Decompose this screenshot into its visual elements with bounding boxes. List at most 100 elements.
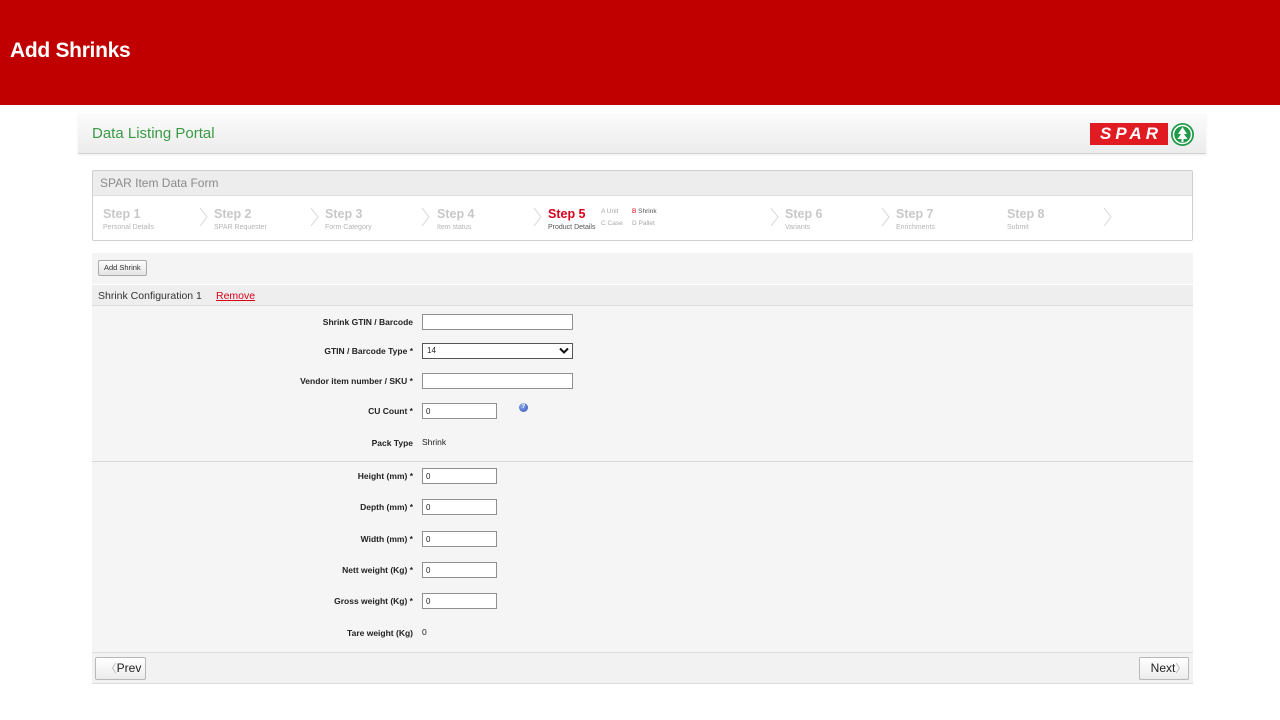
substep-d[interactable]: D Pallet xyxy=(632,218,657,230)
substep-b[interactable]: B Shrink xyxy=(632,206,657,218)
section-divider xyxy=(92,461,1193,462)
nett-weight-label: Nett weight (Kg) * xyxy=(342,565,413,575)
step-2-sub: SPAR Requester xyxy=(214,224,267,231)
gtin-type-label: GTIN / Barcode Type * xyxy=(324,346,413,356)
field-gtin: Shrink GTIN / Barcode xyxy=(92,314,1193,332)
gtin-type-select[interactable]: 14 xyxy=(422,343,573,359)
gross-weight-input[interactable] xyxy=(422,593,497,609)
step-1[interactable]: Step 1 Personal Details xyxy=(103,207,154,231)
height-label: Height (mm) * xyxy=(357,471,413,481)
width-label: Width (mm) * xyxy=(360,534,413,544)
step-5-sub: Product Details xyxy=(548,224,596,231)
substep-a-label: Unit xyxy=(606,208,619,215)
add-shrink-button[interactable]: Add Shrink xyxy=(98,260,147,276)
field-pack-type: Pack Type Shrink xyxy=(92,435,1193,453)
cu-count-input[interactable] xyxy=(422,403,497,419)
height-input[interactable] xyxy=(422,468,497,484)
field-nett-weight: Nett weight (Kg) * xyxy=(92,562,1193,580)
chevron-down-icon xyxy=(559,347,569,354)
prev-button[interactable]: 〈Prev xyxy=(95,657,146,680)
substep-b-letter: B xyxy=(632,208,637,215)
nett-weight-input[interactable] xyxy=(422,562,497,578)
action-bar: Add Shrink xyxy=(92,253,1193,284)
step-chevron-icon xyxy=(310,207,319,227)
gtin-label: Shrink GTIN / Barcode xyxy=(322,317,413,327)
step-2-name: Step 2 xyxy=(214,207,252,221)
next-button[interactable]: Next〉 xyxy=(1139,657,1189,680)
step-7-name: Step 7 xyxy=(896,207,934,221)
portal-title: Data Listing Portal xyxy=(92,125,215,142)
step-6-name: Step 6 xyxy=(785,207,823,221)
step-wizard: Step 1 Personal Details Step 2 SPAR Requ… xyxy=(93,196,1192,240)
step-7-sub: Enrichments xyxy=(896,224,935,231)
step-8-name: Step 8 xyxy=(1007,207,1045,221)
step-4-sub: Item status xyxy=(437,224,472,231)
field-vendor-sku: Vendor item number / SKU * xyxy=(92,373,1193,391)
field-cu-count: CU Count * ? xyxy=(92,403,1193,421)
help-icon[interactable]: ? xyxy=(519,403,528,412)
substep-c[interactable]: C Case xyxy=(601,218,623,230)
field-gross-weight: Gross weight (Kg) * xyxy=(92,593,1193,611)
step-7[interactable]: Step 7 Enrichments xyxy=(896,207,935,231)
depth-input[interactable] xyxy=(422,499,497,515)
substep-a[interactable]: A Unit xyxy=(601,206,623,218)
width-input[interactable] xyxy=(422,531,497,547)
step-5-name: Step 5 xyxy=(548,207,586,221)
step-chevron-icon xyxy=(881,207,890,227)
step-8-sub: Submit xyxy=(1007,224,1029,231)
step-chevron-icon xyxy=(533,207,542,227)
gross-weight-label: Gross weight (Kg) * xyxy=(334,596,413,606)
substep-d-label: Pallet xyxy=(638,220,655,227)
cu-count-label: CU Count * xyxy=(368,406,413,416)
vendor-sku-input[interactable] xyxy=(422,373,573,389)
substep-c-letter: C xyxy=(601,220,606,227)
next-label: Next xyxy=(1150,661,1176,675)
pack-type-label: Pack Type xyxy=(371,438,413,448)
pack-type-value: Shrink xyxy=(422,437,447,447)
vendor-sku-label: Vendor item number / SKU * xyxy=(300,376,413,386)
step-3-sub: Form Category xyxy=(325,224,372,231)
form-title: SPAR Item Data Form xyxy=(93,171,1192,196)
tare-weight-label: Tare weight (Kg) xyxy=(347,628,413,638)
substep-d-letter: D xyxy=(632,220,637,227)
spar-logo: SPAR xyxy=(1090,122,1194,146)
depth-label: Depth (mm) * xyxy=(360,502,413,512)
step-1-name: Step 1 xyxy=(103,207,141,221)
field-depth: Depth (mm) * xyxy=(92,499,1193,517)
substep-c-label: Case xyxy=(607,220,623,227)
step-3[interactable]: Step 3 Form Category xyxy=(325,207,372,231)
config-title: Shrink Configuration 1 xyxy=(98,290,202,302)
field-height: Height (mm) * xyxy=(92,468,1193,486)
shrink-form: Shrink GTIN / Barcode GTIN / Barcode Typ… xyxy=(92,306,1193,652)
field-width: Width (mm) * xyxy=(92,531,1193,549)
step-chevron-icon xyxy=(421,207,430,227)
prev-label: Prev xyxy=(116,661,142,675)
remove-link[interactable]: Remove xyxy=(216,290,255,302)
top-banner: Add Shrinks xyxy=(0,0,1280,105)
field-tare-weight: Tare weight (Kg) 0 xyxy=(92,625,1193,643)
spar-logo-text: SPAR xyxy=(1090,123,1168,145)
banner-title: Add Shrinks xyxy=(10,39,131,62)
substeps-col-1: A Unit C Case xyxy=(601,206,623,230)
step-6-sub: Variants xyxy=(785,224,811,231)
substeps-col-2: B Shrink D Pallet xyxy=(632,206,657,230)
step-4[interactable]: Step 4 Item status xyxy=(437,207,475,231)
chevron-right-icon: 〉 xyxy=(1175,663,1187,675)
step-4-name: Step 4 xyxy=(437,207,475,221)
substep-b-label: Shrink xyxy=(638,208,657,215)
footer-nav-bar: 〈Prev Next〉 xyxy=(92,652,1193,684)
step-1-sub: Personal Details xyxy=(103,224,154,231)
step-2[interactable]: Step 2 SPAR Requester xyxy=(214,207,267,231)
step-6[interactable]: Step 6 Variants xyxy=(785,207,823,231)
step-chevron-icon xyxy=(770,207,779,227)
substep-a-letter: A xyxy=(601,208,605,215)
gtin-type-value: 14 xyxy=(427,346,436,355)
portal-header: Data Listing Portal SPAR xyxy=(78,114,1206,154)
chevron-left-icon: 〈 xyxy=(105,663,117,675)
step-8[interactable]: Step 8 Submit xyxy=(1007,207,1045,231)
step-3-name: Step 3 xyxy=(325,207,363,221)
gtin-input[interactable] xyxy=(422,314,573,330)
step-chevron-icon xyxy=(199,207,208,227)
step-5[interactable]: Step 5 Product Details xyxy=(548,207,595,231)
field-gtin-type: GTIN / Barcode Type * 14 xyxy=(92,343,1193,361)
